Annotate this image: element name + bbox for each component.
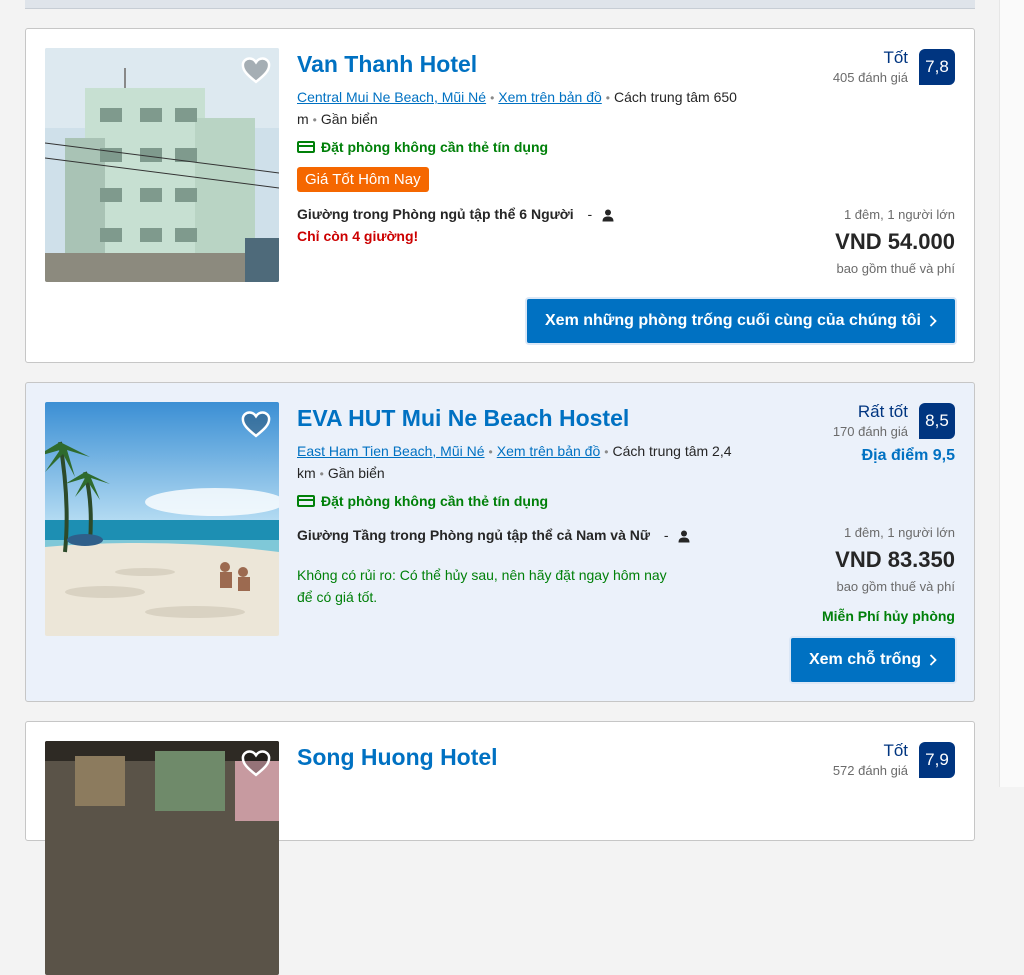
no-credit-card-note: Đặt phòng không cần thẻ tín dụng	[297, 493, 548, 509]
review-count: 170 đánh giá	[832, 424, 908, 439]
nights-guests: 1 đêm, 1 người lớn	[843, 207, 955, 222]
review-score-badge[interactable]: 7,8	[919, 49, 955, 85]
price: VND 54.000	[835, 229, 955, 254]
review-score-word: Rất tốt	[857, 402, 908, 421]
hotel-name-link[interactable]: Van Thanh Hotel	[297, 51, 477, 78]
heart-icon[interactable]	[241, 56, 271, 84]
review-count: 572 đánh giá	[832, 763, 908, 778]
chevron-right-icon	[929, 654, 937, 666]
hotel-card: Van Thanh Hotel Central Mui Ne Beach, Mũ…	[25, 28, 975, 363]
credit-card-icon	[297, 141, 315, 153]
hotel-card: EVA HUT Mui Ne Beach Hostel East Ham Tie…	[25, 382, 975, 702]
previous-card-bottom	[25, 0, 975, 9]
room-type-text: Giường Tầng trong Phòng ngủ tập thể cả N…	[297, 527, 651, 543]
price: VND 83.350	[835, 547, 955, 572]
review-count: 405 đánh giá	[832, 70, 908, 85]
beach-text: Gần biển	[320, 111, 378, 127]
free-cancellation: Miễn Phí hủy phòng	[822, 608, 955, 624]
room-type: Giường trong Phòng ngủ tập thể 6 Người -	[297, 206, 614, 222]
no-credit-card-note: Đặt phòng không cần thẻ tín dụng	[297, 139, 548, 155]
room-type-text: Giường trong Phòng ngủ tập thể 6 Người	[297, 206, 574, 222]
heart-icon[interactable]	[241, 410, 271, 438]
chevron-right-icon	[929, 315, 937, 327]
nights-guests: 1 đêm, 1 người lớn	[843, 525, 955, 540]
see-availability-button[interactable]: Xem chỗ trống	[790, 638, 955, 682]
room-separator: -	[663, 527, 669, 543]
hotel-photo[interactable]	[45, 741, 279, 975]
review-score-badge[interactable]: 8,5	[919, 403, 955, 439]
review-score-badge[interactable]: 7,9	[919, 742, 955, 778]
button-label: Xem những phòng trống cuối cùng của chún…	[545, 312, 921, 329]
location-line: Central Mui Ne Beach, Mũi Né • Xem trên bả…	[297, 89, 737, 127]
hotel-name-link[interactable]: Song Huong Hotel	[297, 744, 498, 771]
no-credit-card-text: Đặt phòng không cần thẻ tín dụng	[321, 139, 549, 155]
hotel-photo[interactable]	[45, 402, 279, 636]
review-score-word: Tốt	[883, 48, 908, 67]
map-link[interactable]: Xem trên bản đồ	[497, 443, 601, 459]
location-line: East Ham Tien Beach, Mũi Né • Xem trên bản…	[297, 443, 732, 481]
deal-badge: Giá Tốt Hôm Nay	[297, 167, 429, 192]
scarcity-warning: Chỉ còn 4 giường!	[297, 228, 419, 244]
area-link[interactable]: East Ham Tien Beach, Mũi Né	[297, 443, 485, 459]
button-label: Xem chỗ trống	[808, 651, 921, 668]
risk-free-note: Không có rủi ro: Có thể hủy sau, nên hãy…	[297, 567, 667, 605]
scrollbar[interactable]	[999, 0, 1024, 787]
heart-icon[interactable]	[241, 749, 271, 777]
room-separator: -	[587, 206, 593, 222]
map-link[interactable]: Xem trên bản đồ	[498, 89, 602, 105]
see-last-rooms-button[interactable]: Xem những phòng trống cuối cùng của chún…	[527, 299, 955, 343]
person-icon	[602, 209, 614, 222]
credit-card-icon	[297, 495, 315, 507]
hotel-card: Song Huong Hotel Tốt 572 đánh giá 7,9	[25, 721, 975, 975]
review-score-word: Tốt	[883, 741, 908, 760]
room-type: Giường Tầng trong Phòng ngủ tập thể cả N…	[297, 524, 697, 546]
taxes-note: bao gồm thuế và phí	[836, 261, 955, 276]
area-link[interactable]: Central Mui Ne Beach, Mũi Né	[297, 89, 486, 105]
no-credit-card-text: Đặt phòng không cần thẻ tín dụng	[321, 493, 549, 509]
taxes-note: bao gồm thuế và phí	[836, 579, 955, 594]
beach-text: Gần biển	[327, 465, 385, 481]
hotel-name-link[interactable]: EVA HUT Mui Ne Beach Hostel	[297, 405, 629, 432]
location-score: Địa điểm 9,5	[861, 447, 955, 464]
hotel-photo[interactable]	[45, 48, 279, 282]
person-icon	[678, 530, 690, 543]
